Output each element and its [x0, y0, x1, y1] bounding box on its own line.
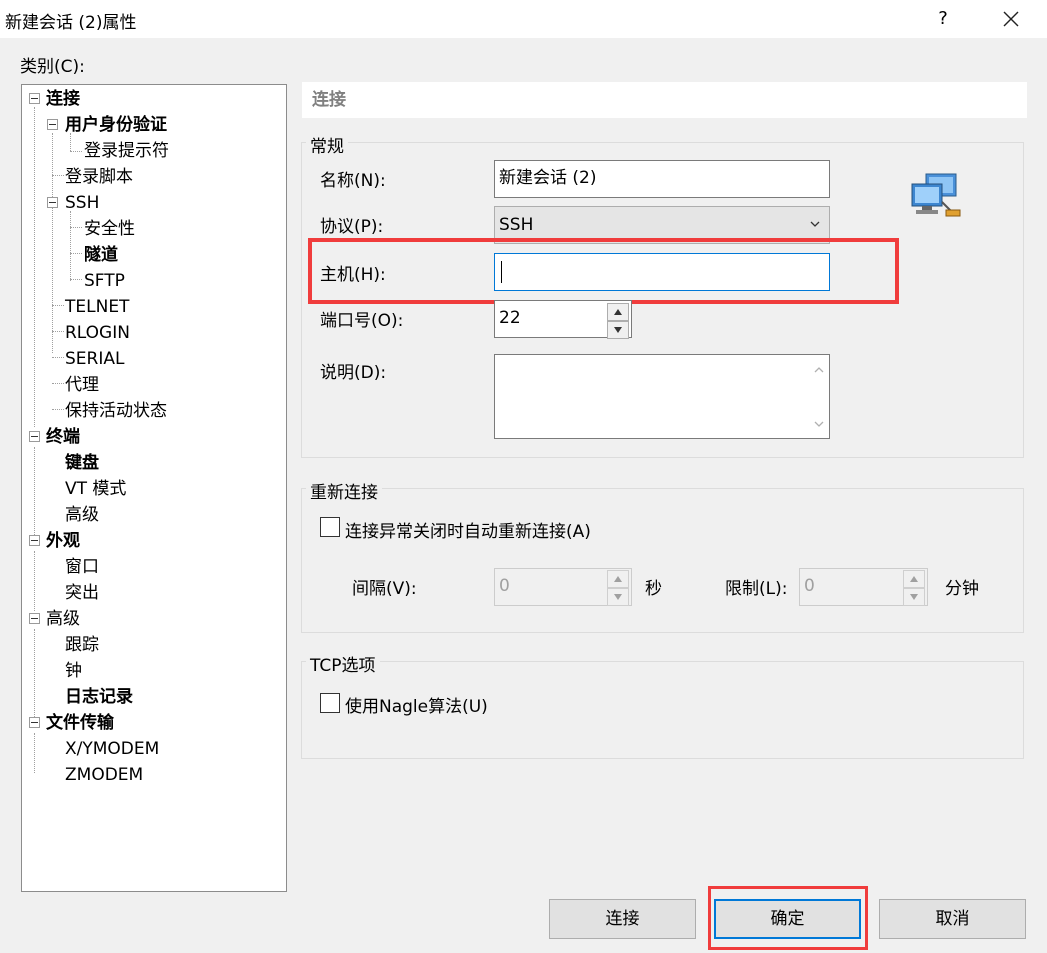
tree-item-keepalive[interactable]: 保持活动状态	[65, 398, 167, 424]
tree-item-proxy[interactable]: 代理	[65, 372, 99, 398]
tree-item-connection[interactable]: 连接	[46, 86, 80, 112]
tree-item-window[interactable]: 窗口	[65, 554, 99, 580]
tree-item-keyboard[interactable]: 键盘	[65, 450, 99, 476]
tree-item-file-transfer[interactable]: 文件传输	[46, 710, 114, 736]
limit-spin-down[interactable]	[903, 588, 925, 606]
name-input[interactable]: 新建会话 (2)	[494, 160, 830, 198]
protocol-value: SSH	[499, 215, 534, 235]
connect-button[interactable]: 连接	[549, 899, 696, 939]
tree-item-rlogin[interactable]: RLOGIN	[65, 320, 130, 346]
description-input[interactable]	[494, 354, 830, 439]
tree-item-sftp[interactable]: SFTP	[84, 268, 125, 294]
auto-reconnect-checkbox[interactable]	[320, 517, 340, 537]
description-label: 说明(D):	[320, 363, 387, 383]
category-label: 类别(C):	[20, 57, 85, 77]
auto-reconnect-label[interactable]: 连接异常关闭时自动重新连接(A)	[345, 517, 591, 542]
tree-item-trace[interactable]: 跟踪	[65, 632, 99, 658]
window-title: 新建会话 (2)属性	[5, 13, 137, 33]
category-tree[interactable]: 连接 用户身份验证 登录提示符 登录脚本 SSH 安全性 隧道 SFTP TEL…	[21, 84, 287, 892]
tree-item-xymodem[interactable]: X/YMODEM	[65, 736, 159, 762]
spin-down-icon	[910, 594, 918, 600]
limit-spin-up[interactable]	[903, 570, 925, 588]
nagle-checkbox[interactable]	[320, 693, 340, 713]
spin-up-icon	[614, 576, 622, 582]
reconnect-group-title: 重新连接	[306, 478, 382, 503]
close-icon	[1003, 11, 1019, 27]
tree-toggle-terminal[interactable]	[29, 431, 40, 442]
general-group-title: 常规	[306, 132, 348, 157]
reconnect-group	[301, 488, 1024, 633]
interval-spin-down[interactable]	[607, 588, 629, 606]
nagle-label[interactable]: 使用Nagle算法(U)	[345, 692, 488, 717]
tree-item-telnet[interactable]: TELNET	[65, 294, 129, 320]
limit-label: 限制(L):	[725, 579, 788, 599]
tree-item-serial[interactable]: SERIAL	[65, 346, 124, 372]
tree-item-terminal[interactable]: 终端	[46, 424, 80, 450]
tree-item-login-script[interactable]: 登录脚本	[65, 164, 133, 190]
tree-item-security[interactable]: 安全性	[84, 216, 135, 242]
cancel-button[interactable]: 取消	[879, 899, 1026, 939]
tree-item-logging[interactable]: 日志记录	[65, 684, 133, 710]
protocol-label: 协议(P):	[320, 217, 384, 237]
ok-highlight-box	[708, 886, 868, 950]
spin-up-icon	[910, 576, 918, 582]
title-bar: 新建会话 (2)属性 ?	[0, 0, 1047, 38]
tree-toggle-auth[interactable]	[47, 119, 58, 130]
tree-item-ssh[interactable]: SSH	[65, 190, 99, 216]
tree-item-advanced[interactable]: 高级	[46, 606, 80, 632]
tree-toggle-ssh[interactable]	[47, 197, 58, 208]
spin-up-icon	[614, 309, 622, 315]
tree-toggle-appearance[interactable]	[29, 535, 40, 546]
tree-toggle-connection[interactable]	[29, 93, 40, 104]
name-label: 名称(N):	[320, 171, 386, 191]
tree-item-user-auth[interactable]: 用户身份验证	[65, 112, 167, 138]
tree-item-tunnel[interactable]: 隧道	[84, 242, 118, 268]
interval-spin-up[interactable]	[607, 570, 629, 588]
spin-down-icon	[614, 594, 622, 600]
spin-down-icon	[614, 327, 622, 333]
port-label: 端口号(O):	[320, 311, 404, 331]
help-button[interactable]: ?	[928, 4, 958, 34]
tree-item-vt-mode[interactable]: VT 模式	[65, 476, 126, 502]
scroll-up-icon	[814, 367, 824, 373]
port-spin-up[interactable]	[607, 303, 629, 321]
tree-toggle-advanced[interactable]	[29, 613, 40, 624]
network-icon	[910, 172, 962, 220]
tree-toggle-file-transfer[interactable]	[29, 717, 40, 728]
tree-item-bell[interactable]: 钟	[65, 658, 82, 684]
interval-label: 间隔(V):	[352, 579, 417, 599]
description-scrollbar[interactable]	[809, 355, 829, 438]
interval-unit: 秒	[645, 579, 662, 599]
tcp-group-title: TCP选项	[306, 651, 380, 676]
tree-item-terminal-advanced[interactable]: 高级	[65, 502, 99, 528]
tree-item-appearance[interactable]: 外观	[46, 528, 80, 554]
tree-item-login-prompt[interactable]: 登录提示符	[84, 138, 169, 164]
limit-unit: 分钟	[945, 579, 979, 599]
close-button[interactable]	[992, 4, 1030, 34]
scroll-down-icon	[814, 421, 824, 427]
tree-item-zmodem[interactable]: ZMODEM	[65, 762, 143, 788]
section-title: 连接	[302, 82, 1027, 118]
tree-item-highlight[interactable]: 突出	[65, 580, 99, 606]
host-highlight-box	[308, 238, 899, 304]
port-spin-down[interactable]	[607, 321, 629, 339]
